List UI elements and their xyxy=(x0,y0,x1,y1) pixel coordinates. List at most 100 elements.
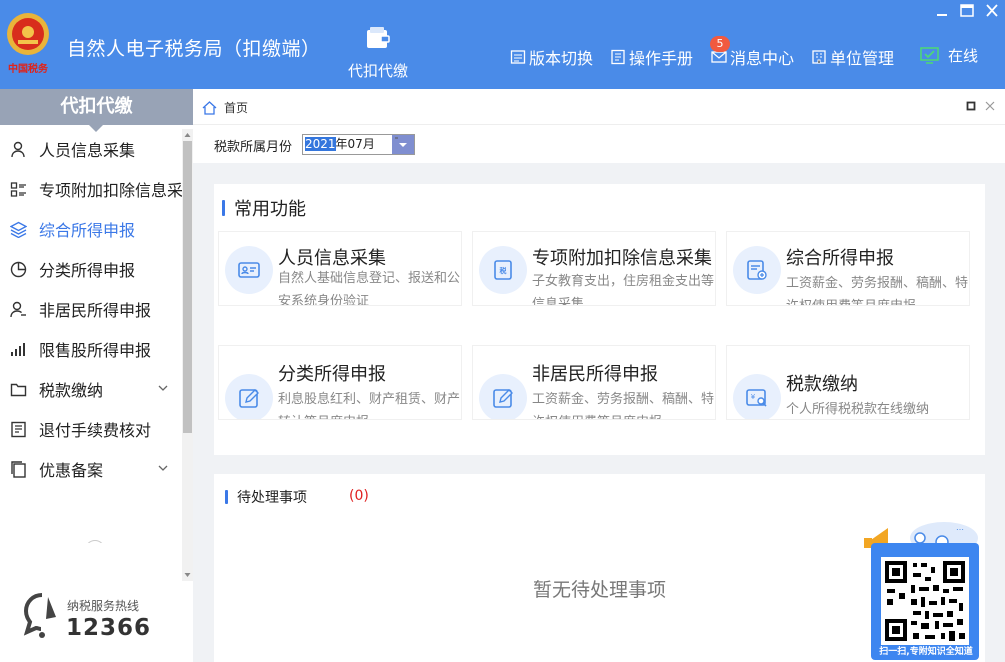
sidebar-item-label: 人员信息采集 xyxy=(39,141,136,160)
sidebar-item-special-deduction[interactable]: 专项附加扣除信息采集 xyxy=(0,169,182,209)
function-card-comprehensive-income[interactable]: 综合所得申报 工资薪金、劳务报酬、稿酬、特许权使用费等月度申报 xyxy=(726,231,970,306)
minimize-icon[interactable] xyxy=(934,4,950,18)
home-icon xyxy=(202,100,217,115)
close-tab-icon[interactable] xyxy=(985,101,995,111)
online-status: 在线 xyxy=(920,45,978,66)
edit-icon xyxy=(493,389,513,408)
bar-chart-icon xyxy=(11,342,25,356)
function-title: 分类所得申报 xyxy=(278,364,386,385)
app-header: 中国税务 自然人电子税务局（扣缴端） 代扣代缴 版本切换 操作手册 消息中心 5… xyxy=(0,0,1005,89)
function-card-nonresident-income[interactable]: 非居民所得申报 工资薪金、劳务报酬、稿酬、特许权使用费等月度申报 xyxy=(472,345,716,420)
function-desc: 子女教育支出，住房租金支出等信息采集 xyxy=(532,274,715,306)
version-switch-link[interactable]: 版本切换 xyxy=(510,45,593,69)
tax-period-bar: 税款所属月份 2021年07月 xyxy=(193,125,1005,163)
edit-icon xyxy=(239,389,259,408)
restore-tab-icon[interactable] xyxy=(966,101,976,111)
document-icon xyxy=(11,421,26,437)
qr-panel: 扫一扫,专附知识全知道 xyxy=(871,543,979,660)
tab-bar: 首页 xyxy=(193,89,1005,125)
sidebar-item-classified-income[interactable]: 分类所得申报 xyxy=(0,249,182,289)
sidebar-item-comprehensive-income[interactable]: 综合所得申报 xyxy=(0,209,182,249)
tax-period-label: 税款所属月份 xyxy=(214,140,293,155)
sidebar-item-label: 专项附加扣除信息采集 xyxy=(39,181,182,200)
function-desc: 个人所得税税款在线缴纳 xyxy=(786,402,930,417)
logo-text: 中国税务 xyxy=(8,62,49,75)
date-spinner-icon[interactable] xyxy=(392,135,414,154)
app-title: 自然人电子税务局（扣缴端） xyxy=(67,38,321,60)
person-icon xyxy=(11,141,25,157)
tab-home[interactable]: 首页 xyxy=(202,99,248,116)
id-card-icon xyxy=(238,262,260,278)
message-badge: 5 xyxy=(710,36,730,52)
maximize-icon[interactable] xyxy=(959,4,975,18)
hotline-label: 纳税服务热线 xyxy=(67,599,140,613)
tax-period-month: 年07月 xyxy=(335,137,375,151)
tax-period-year: 2021 xyxy=(305,137,336,151)
online-label: 在线 xyxy=(948,47,979,65)
scroll-down-icon[interactable] xyxy=(183,570,192,580)
building-icon xyxy=(812,50,826,64)
sidebar-scrollbar[interactable] xyxy=(182,129,193,581)
qr-promo-widget[interactable]: … 扫一扫,专附知识全知道 xyxy=(864,516,982,662)
sidebar-item-preferential-filing[interactable]: 优惠备案 xyxy=(0,449,182,489)
sidebar-item-label: 退付手续费核对 xyxy=(39,421,152,440)
function-icon-bg xyxy=(225,246,273,294)
sidebar-item-label: 税款缴纳 xyxy=(39,381,104,400)
sidebar-item-label: 综合所得申报 xyxy=(39,221,136,240)
sidebar-item-label: 限售股所得申报 xyxy=(39,341,152,360)
chevron-down-icon xyxy=(158,465,168,471)
tax-period-input[interactable]: 2021年07月 xyxy=(302,134,415,155)
collapse-sidebar-button[interactable] xyxy=(85,540,105,543)
function-title: 税款缴纳 xyxy=(786,374,858,395)
function-icon-bg xyxy=(479,374,527,419)
pending-title: 待处理事项 xyxy=(225,487,307,507)
function-desc: 工资薪金、劳务报酬、稿酬、特许权使用费等月度申报 xyxy=(532,392,715,419)
sidebar-item-label: 优惠备案 xyxy=(39,461,104,480)
close-icon[interactable] xyxy=(984,4,1000,18)
scroll-thumb[interactable] xyxy=(183,141,192,433)
sidebar-item-nonresident-income[interactable]: 非居民所得申报 xyxy=(0,289,182,329)
sidebar-item-restricted-shares[interactable]: 限售股所得申报 xyxy=(0,329,182,369)
list-icon xyxy=(10,181,26,197)
qr-caption: 扫一扫,专附知识全知道 xyxy=(879,647,973,657)
folder-icon xyxy=(10,383,27,396)
pending-title-text: 待处理事项 xyxy=(237,490,307,506)
qr-code-image xyxy=(881,557,969,645)
swap-icon xyxy=(510,50,526,64)
manual-link[interactable]: 操作手册 xyxy=(610,45,693,69)
tax-emblem-logo: 中国税务 xyxy=(7,13,49,75)
section-accent-bar xyxy=(222,200,225,216)
function-card-classified-income[interactable]: 分类所得申报 利息股息红利、财产租赁、财产转让等月度申报 xyxy=(218,345,462,420)
module-withholding[interactable]: 代扣代缴 xyxy=(338,26,418,81)
sidebar-item-tax-payment[interactable]: 税款缴纳 xyxy=(0,369,182,409)
tab-home-label: 首页 xyxy=(224,101,249,115)
function-card-special-deduction[interactable]: 税 专项附加扣除信息采集 子女教育支出，住房租金支出等信息采集 xyxy=(472,231,716,306)
scroll-up-icon[interactable] xyxy=(183,130,192,140)
function-icon-bg xyxy=(225,374,273,419)
manual-icon xyxy=(611,49,625,65)
function-card-personnel-info[interactable]: 人员信息采集 自然人基础信息登记、报送和公安系统身份验证 xyxy=(218,231,462,306)
svg-text:¥: ¥ xyxy=(751,393,756,401)
version-switch-label: 版本切换 xyxy=(529,49,594,68)
unit-management-link[interactable]: 单位管理 xyxy=(811,45,894,69)
function-icon-bg xyxy=(733,246,781,294)
sidebar-item-label: 分类所得申报 xyxy=(39,261,136,280)
function-desc: 利息股息红利、财产租赁、财产转让等月度申报 xyxy=(278,392,461,419)
hotline-number: 12366 xyxy=(66,615,152,641)
message-center-label: 消息中心 xyxy=(730,49,795,68)
sidebar-item-personnel-info[interactable]: 人员信息采集 xyxy=(0,129,182,169)
pending-count: (0) xyxy=(349,488,369,504)
function-icon-bg: 税 xyxy=(479,246,527,294)
copy-icon xyxy=(11,460,26,478)
sidebar-item-refund-fee-check[interactable]: 退付手续费核对 xyxy=(0,409,182,449)
function-icon-bg: ¥ xyxy=(733,374,781,419)
wallet-icon xyxy=(367,27,390,48)
person-outline-icon xyxy=(10,301,26,317)
svg-text:…: … xyxy=(956,523,964,532)
function-card-tax-payment[interactable]: ¥ 税款缴纳 个人所得税税款在线缴纳 xyxy=(726,345,970,420)
section-accent-bar xyxy=(225,490,228,504)
report-plus-icon xyxy=(747,260,767,280)
module-label: 代扣代缴 xyxy=(347,62,408,80)
function-title: 综合所得申报 xyxy=(786,248,894,269)
function-desc: 自然人基础信息登记、报送和公安系统身份验证 xyxy=(278,271,461,306)
